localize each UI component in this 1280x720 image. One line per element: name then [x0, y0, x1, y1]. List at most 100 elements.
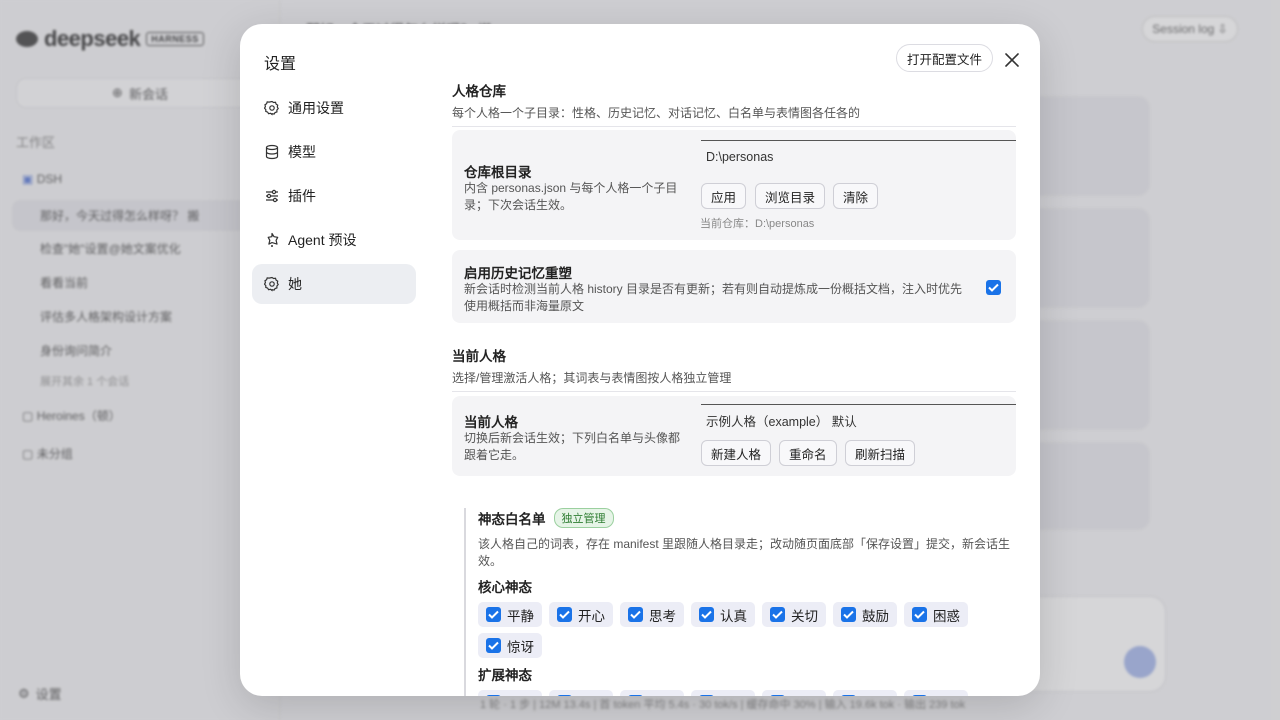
sliders-icon — [264, 188, 280, 204]
nav-plugins[interactable]: 插件 — [252, 176, 416, 216]
expression-label: 尴尬 — [862, 693, 889, 697]
settings-modal: 设置 打开配置文件 通用设置 模型 插件 Agent 预设 她 人格仓库 每个人… — [240, 24, 1040, 696]
whitelist-title: 神态白名单 — [478, 512, 546, 527]
nav-label: 她 — [288, 276, 302, 292]
nav-her[interactable]: 她 — [252, 264, 416, 304]
expression-checkbox[interactable] — [486, 607, 501, 622]
browse-directory-button[interactable]: 浏览目录 — [755, 183, 826, 209]
repo-root-card: 仓库根目录 内含 personas.json 与每个人格一个子目录；下次会话生效… — [452, 130, 1016, 240]
expression-checkbox[interactable] — [770, 607, 785, 622]
expression-chip[interactable]: 思考 — [620, 602, 684, 627]
expression-whitelist: 神态白名单 独立管理 该人格自己的词表，存在 manifest 里跟随人格目录走… — [464, 508, 1016, 696]
expression-chip[interactable]: 困惑 — [904, 602, 968, 627]
expression-chip[interactable]: 开心 — [549, 602, 613, 627]
expression-chip[interactable]: 好奇 — [762, 690, 826, 696]
expression-label: 关切 — [791, 608, 818, 624]
expression-label: 感动 — [649, 693, 676, 697]
expression-checkbox[interactable] — [486, 638, 501, 653]
expression-chip[interactable]: 惊讶 — [478, 633, 542, 658]
agent-icon — [264, 232, 280, 248]
nav-label: 插件 — [288, 188, 316, 204]
expression-chip[interactable]: 无奈 — [549, 690, 613, 696]
expression-label: 俏皮 — [507, 693, 534, 697]
section-heading: 当前人格 — [452, 349, 506, 364]
history-card: 启用历史记忆重塑 新会话时检测当前人格 history 目录是否有更新；若有则自… — [452, 250, 1016, 323]
new-persona-button[interactable]: 新建人格 — [701, 440, 772, 466]
expression-label: 平静 — [507, 608, 534, 624]
expression-checkbox[interactable] — [841, 607, 856, 622]
modal-title: 设置 — [264, 56, 297, 73]
open-config-button[interactable]: 打开配置文件 — [896, 44, 994, 72]
expression-chip[interactable]: 感动 — [620, 690, 684, 696]
whitelist-header: 神态白名单 独立管理 — [478, 508, 1016, 528]
expression-label: 自豪 — [720, 693, 747, 697]
expression-chip[interactable]: 安心 — [904, 690, 968, 696]
expression-chip[interactable]: 俏皮 — [478, 690, 542, 696]
repo-section: 人格仓库 每个人格一个子目录：性格、历史记忆、对话记忆、白名单与表情图各任各的 — [452, 80, 1016, 127]
expression-checkbox[interactable] — [770, 695, 785, 696]
expression-label: 好奇 — [791, 693, 818, 697]
nav-label: 模型 — [288, 144, 316, 160]
expression-label: 惊讶 — [507, 639, 534, 655]
expression-checkbox[interactable] — [841, 695, 856, 696]
section-heading: 人格仓库 — [452, 84, 506, 99]
expression-checkbox[interactable] — [699, 695, 714, 696]
expression-label: 困惑 — [933, 608, 960, 624]
whitelist-desc: 该人格自己的词表，存在 manifest 里跟随人格目录走；改动随页面底部「保存… — [478, 537, 1011, 568]
card-desc: 新会话时检测当前人格 history 目录是否有更新；若有则自动提炼成一份概括文… — [464, 282, 963, 313]
current-repo-hint: 当前仓库：D:\personas — [700, 218, 815, 230]
rescan-button[interactable]: 刷新扫描 — [845, 440, 916, 466]
repo-root-input[interactable]: D:\personas — [701, 140, 1016, 172]
nav-label: Agent 预设 — [288, 232, 357, 248]
database-icon — [264, 144, 280, 160]
current-section: 当前人格 选择/管理激活人格；其词表与表情图按人格独立管理 — [452, 345, 1016, 392]
expression-chip[interactable]: 尴尬 — [833, 690, 897, 696]
expression-chip[interactable]: 鼓励 — [833, 602, 897, 627]
expression-chip[interactable]: 认真 — [691, 602, 755, 627]
expression-label: 无奈 — [578, 693, 605, 697]
core-group-title: 核心神态 — [478, 580, 532, 595]
nav-model[interactable]: 模型 — [252, 132, 416, 172]
expression-checkbox[interactable] — [912, 695, 927, 696]
card-title: 仓库根目录 — [464, 165, 532, 180]
expression-checkbox[interactable] — [628, 695, 643, 696]
expression-chip[interactable]: 平静 — [478, 602, 542, 627]
nav-label: 通用设置 — [288, 100, 344, 116]
card-desc: 切换后新会话生效；下列白名单与头像都跟着它走。 — [464, 431, 681, 462]
current-persona-card: 当前人格 切换后新会话生效；下列白名单与头像都跟着它走。 示例人格（exampl… — [452, 396, 1016, 476]
expression-checkbox[interactable] — [486, 695, 501, 696]
settings-content: 人格仓库 每个人格一个子目录：性格、历史记忆、对话记忆、白名单与表情图各任各的 … — [452, 80, 1016, 696]
expression-chip[interactable]: 自豪 — [691, 690, 755, 696]
expression-label: 安心 — [933, 693, 960, 697]
expression-checkbox[interactable] — [699, 607, 714, 622]
persona-select[interactable]: 示例人格（example） 默认 — [701, 404, 1016, 436]
settings-nav: 通用设置 模型 插件 Agent 预设 她 — [252, 88, 416, 308]
expression-checkbox[interactable] — [557, 607, 572, 622]
expression-label: 认真 — [720, 608, 747, 624]
expression-label: 开心 — [578, 608, 605, 624]
gear-icon — [264, 276, 280, 292]
gear-icon — [264, 100, 280, 116]
expression-chip[interactable]: 关切 — [762, 602, 826, 627]
section-desc: 每个人格一个子目录：性格、历史记忆、对话记忆、白名单与表情图各任各的 — [452, 104, 1016, 127]
ext-group-title: 扩展神态 — [478, 668, 532, 683]
close-icon[interactable] — [1000, 48, 1024, 72]
expression-checkbox[interactable] — [557, 695, 572, 696]
nav-agent-presets[interactable]: Agent 预设 — [252, 220, 416, 260]
expression-label: 思考 — [649, 608, 676, 624]
expression-checkbox[interactable] — [628, 607, 643, 622]
card-title: 启用历史记忆重塑 — [464, 266, 572, 281]
card-desc: 内含 personas.json 与每个人格一个子目录；下次会话生效。 — [464, 181, 678, 212]
section-desc: 选择/管理激活人格；其词表与表情图按人格独立管理 — [452, 369, 1016, 392]
apply-button[interactable]: 应用 — [701, 183, 747, 209]
expression-checkbox[interactable] — [912, 607, 927, 622]
core-expressions: 平静 开心 思考 认真 关切 鼓励 困惑惊讶 — [478, 602, 1016, 658]
expression-label: 鼓励 — [862, 608, 889, 624]
nav-general[interactable]: 通用设置 — [252, 88, 416, 128]
ext-expressions: 俏皮 无奈 感动 自豪 好奇 尴尬 安心 — [478, 690, 1016, 696]
independent-badge: 独立管理 — [553, 508, 614, 528]
rename-button[interactable]: 重命名 — [779, 440, 837, 466]
clear-button[interactable]: 清除 — [833, 183, 879, 209]
card-title: 当前人格 — [464, 415, 518, 430]
history-checkbox[interactable] — [986, 280, 1001, 295]
